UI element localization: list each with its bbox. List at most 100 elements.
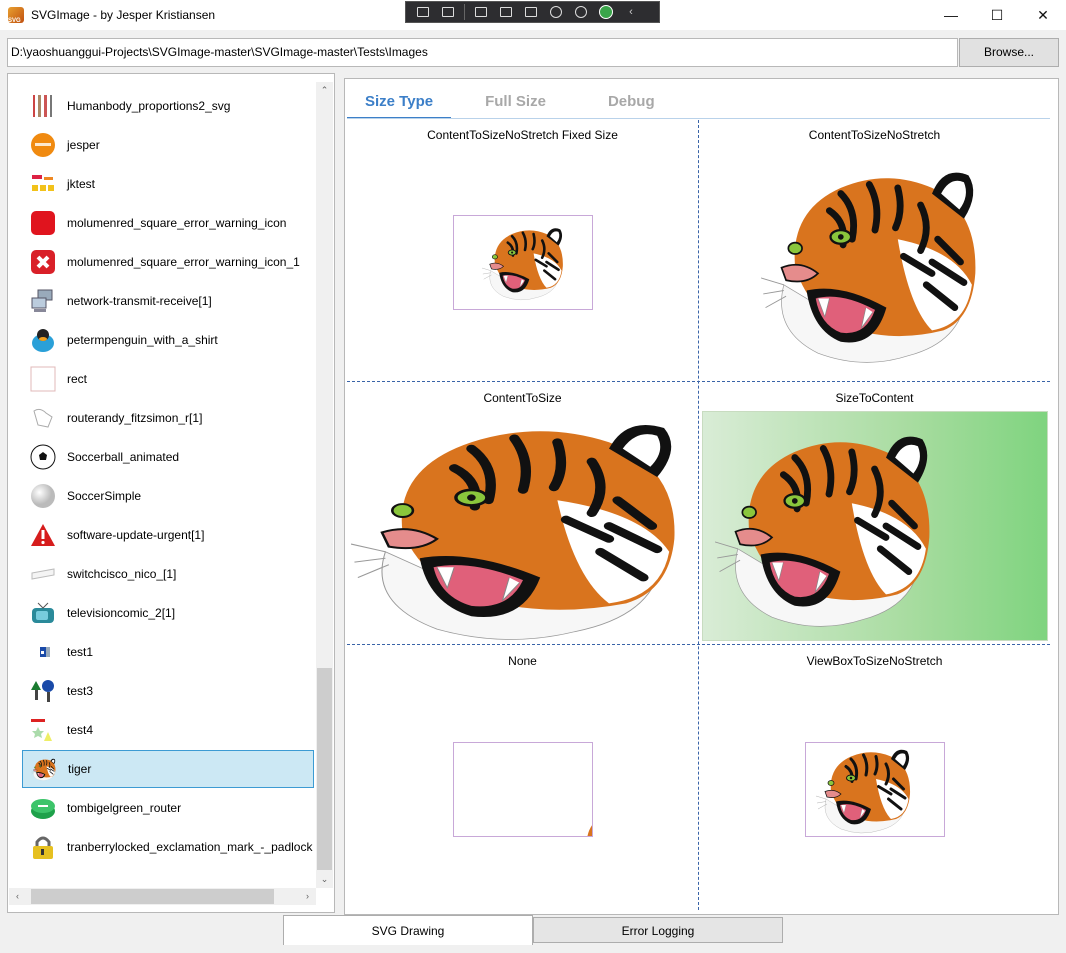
orange-circle-icon: [30, 132, 56, 158]
padlock-icon: [30, 834, 56, 860]
list-item-label: petermpenguin_with_a_shirt: [67, 333, 218, 347]
tiger-image: [351, 410, 695, 642]
app-logo-icon: [8, 7, 24, 24]
list-item-label: network-transmit-receive[1]: [67, 294, 212, 308]
panel-splitter[interactable]: [335, 73, 344, 913]
list-item-label: SoccerSimple: [67, 489, 142, 503]
list-item[interactable]: test3: [22, 672, 314, 710]
list-item[interactable]: jesper: [22, 126, 314, 164]
gradient-background: [702, 411, 1048, 641]
list-item[interactable]: tranberrylocked_exclamation_mark_-_padlo…: [22, 828, 314, 866]
accessibility-icon[interactable]: [572, 4, 590, 20]
list-item-label: tiger: [68, 762, 92, 776]
empty-rect-icon: [30, 366, 56, 392]
list-item[interactable]: rect: [22, 360, 314, 398]
toolbar-separator: [464, 4, 465, 20]
penguin-icon: [30, 327, 56, 353]
tab-size-type[interactable]: Size Type: [347, 85, 452, 119]
list-item[interactable]: Humanbody_proportions2_svg: [22, 87, 314, 125]
collapse-toolbar-icon[interactable]: ‹: [622, 4, 640, 20]
live-tree-icon[interactable]: [414, 4, 432, 20]
list-item-label: televisioncomic_2[1]: [67, 606, 176, 620]
green-router-icon: [30, 795, 56, 821]
list-item[interactable]: software-update-urgent[1]: [22, 516, 314, 554]
list-item[interactable]: tiger: [22, 750, 314, 788]
switch-icon: [30, 561, 56, 587]
tiger-image: [715, 410, 943, 642]
none-frame: [453, 742, 593, 837]
track-focus-icon[interactable]: [522, 4, 540, 20]
preview-panel: Size Type Full Size Debug ContentToSizeN…: [344, 78, 1059, 915]
horizontal-scroll-thumb[interactable]: [31, 889, 274, 904]
vertical-scroll-thumb[interactable]: [317, 668, 332, 870]
list-item[interactable]: network-transmit-receive[1]: [22, 282, 314, 320]
cell-title-viewboxtosizenostretch: ViewBoxToSizeNoStretch: [806, 654, 943, 668]
file-list: Humanbody_proportions2_svgjesper jktest mo…: [7, 73, 335, 913]
cell-title-none: None: [508, 654, 537, 668]
window-title: SVGImage - by Jesper Kristiansen: [31, 8, 216, 22]
vertical-scrollbar[interactable]: ⌃ ⌄: [316, 82, 333, 888]
scroll-up-arrow-icon[interactable]: ⌃: [316, 82, 333, 99]
soccerball-icon: [30, 444, 56, 470]
close-button[interactable]: ✕: [1020, 0, 1066, 30]
list-item-label: rect: [67, 372, 88, 386]
window-controls: — ☐ ✕: [928, 0, 1066, 30]
list-item-label: software-update-urgent[1]: [67, 528, 205, 542]
viewbox-frame: [805, 742, 945, 837]
select-element-icon[interactable]: [472, 4, 490, 20]
television-icon: [30, 600, 56, 626]
list-item[interactable]: switchcisco_nico_[1]: [22, 555, 314, 593]
grid-divider-vertical: [698, 120, 699, 910]
list-item-label: jesper: [67, 138, 100, 152]
list-item[interactable]: molumenred_square_error_warning_icon: [22, 204, 314, 242]
list-item-label: test1: [67, 645, 94, 659]
list-item[interactable]: SoccerSimple: [22, 477, 314, 515]
list-item[interactable]: tombigelgreen_router: [22, 789, 314, 827]
scroll-left-arrow-icon[interactable]: ‹: [9, 888, 26, 905]
warning-triangle-icon: [30, 522, 56, 548]
tiger-image: [761, 148, 989, 376]
white-ball-icon: [30, 483, 56, 509]
fixed-size-frame: [453, 215, 593, 310]
tiger-image: [816, 742, 916, 837]
trees-icon: [30, 678, 56, 704]
tab-debug[interactable]: Debug: [564, 85, 673, 119]
check-status-icon[interactable]: [597, 4, 615, 20]
list-item[interactable]: test1: [22, 633, 314, 671]
list-item-label: test3: [67, 684, 94, 698]
hot-reload-icon[interactable]: [547, 4, 565, 20]
list-item-label: routerandy_fitzsimon_r[1]: [67, 411, 203, 425]
tab-svg-drawing[interactable]: SVG Drawing: [283, 915, 533, 945]
list-item-label: Soccerball_animated: [67, 450, 180, 464]
cell-title-contenttosize: ContentToSize: [483, 391, 562, 405]
scroll-right-arrow-icon[interactable]: ›: [299, 888, 316, 905]
grid-divider-horizontal-1: [347, 381, 1050, 382]
list-item[interactable]: Soccerball_animated: [22, 438, 314, 476]
cell-title-sizetocontent: SizeToContent: [835, 391, 914, 405]
tab-full-size[interactable]: Full Size: [451, 85, 564, 119]
display-adorners-icon[interactable]: [497, 4, 515, 20]
maximize-button[interactable]: ☐: [974, 0, 1020, 30]
blue-square-icon: [30, 639, 56, 665]
list-item[interactable]: jktest: [22, 165, 314, 203]
list-item-label: molumenred_square_error_warning_icon: [67, 216, 287, 230]
cell-title-contenttosizenostretch: ContentToSizeNoStretch: [808, 128, 941, 142]
minimize-button[interactable]: —: [928, 0, 974, 30]
list-item[interactable]: televisioncomic_2[1]: [22, 594, 314, 632]
list-item-label: molumenred_square_error_warning_icon_1: [67, 255, 300, 269]
tab-error-logging[interactable]: Error Logging: [533, 917, 783, 943]
shapes-icon: [30, 717, 56, 743]
tiger-icon: [31, 756, 57, 782]
video-icon[interactable]: [439, 4, 457, 20]
list-item[interactable]: petermpenguin_with_a_shirt: [22, 321, 314, 359]
router-sketch-icon: [30, 405, 56, 431]
scroll-down-arrow-icon[interactable]: ⌄: [316, 871, 333, 888]
horizontal-scrollbar[interactable]: ‹ ›: [9, 888, 316, 905]
list-item[interactable]: molumenred_square_error_warning_icon_1: [22, 243, 314, 281]
browse-button[interactable]: Browse...: [959, 38, 1059, 67]
list-item[interactable]: test4: [22, 711, 314, 749]
size-type-grid: ContentToSizeNoStretch Fixed Size Conten…: [347, 120, 1050, 910]
list-item[interactable]: routerandy_fitzsimon_r[1]: [22, 399, 314, 437]
red-square-icon: [30, 210, 56, 236]
folder-path-field[interactable]: D:\yaoshuanggui-Projects\SVGImage-master…: [7, 38, 958, 67]
